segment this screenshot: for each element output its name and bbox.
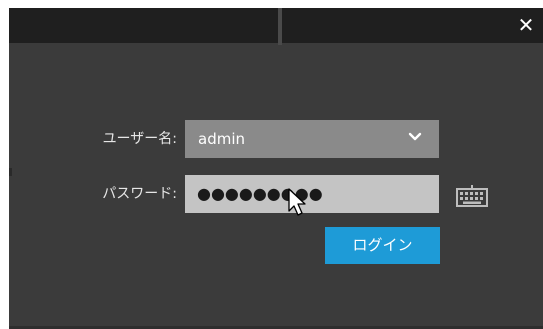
- password-input[interactable]: ●●●●●●●●●: [185, 175, 439, 213]
- username-row: ユーザー名: admin: [9, 120, 543, 158]
- dialog-title-bar: [9, 8, 543, 43]
- close-icon[interactable]: ✕: [518, 13, 535, 37]
- username-label: ユーザー名:: [102, 131, 177, 147]
- username-select-value[interactable]: admin: [198, 130, 245, 148]
- username-select[interactable]: admin: [185, 120, 439, 158]
- mouse-pointer-icon: [288, 188, 306, 216]
- close-button[interactable]: ✕: [515, 14, 537, 36]
- keyboard-icon[interactable]: [456, 185, 488, 207]
- login-dialog: ✕ ユーザー名: admin パスワード: ●●●●●●●●● ログイン: [9, 8, 543, 329]
- chevron-down-icon[interactable]: [407, 129, 423, 145]
- title-bar-divider: [278, 8, 282, 45]
- password-label: パスワード:: [102, 186, 177, 202]
- login-button[interactable]: ログイン: [325, 227, 440, 264]
